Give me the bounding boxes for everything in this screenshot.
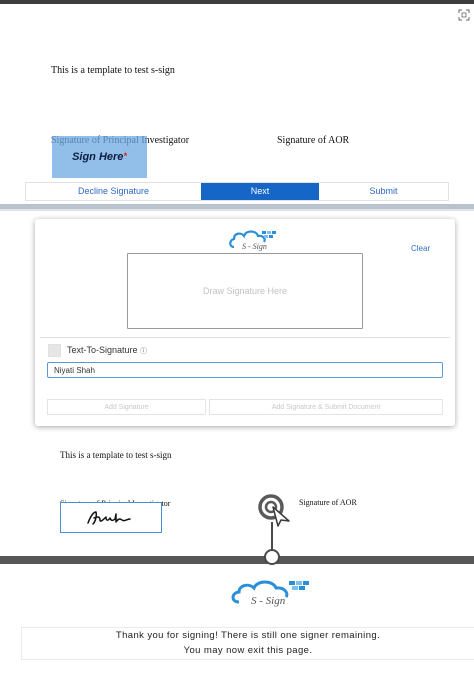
refresh-cursor-icon [258, 494, 290, 527]
handwritten-signature [87, 511, 131, 525]
document-view-panel: This is a template to test s-sign Signat… [0, 0, 474, 210]
required-mark: * [123, 151, 127, 161]
signer-name-input[interactable] [47, 362, 443, 378]
logo-text-large: S - Sign [251, 595, 286, 607]
template-text: This is a template to test s-sign [51, 65, 175, 76]
top-bar [0, 0, 474, 4]
submit-button[interactable]: Submit [319, 183, 448, 200]
logo-text: S - Sign [242, 242, 267, 251]
s-sign-logo-large: S - Sign [231, 580, 309, 607]
text-to-signature-label: Text-To-Signature ⓘ [67, 345, 148, 355]
clear-link[interactable]: Clear [411, 244, 430, 253]
connector-line [271, 522, 273, 552]
signature-canvas[interactable]: Draw Signature Here [127, 253, 363, 329]
expand-icon[interactable] [458, 9, 470, 21]
completion-message-line1: Thank you for signing! There is still on… [115, 630, 381, 641]
canvas-placeholder: Draw Signature Here [202, 286, 288, 296]
sig-aor-label-2: Signature of AOR [299, 498, 357, 507]
add-signature-submit-button[interactable]: Add Signature & Submit Document [209, 399, 443, 415]
s-sign-logo: S - Sign [229, 230, 276, 251]
info-icon[interactable]: ⓘ [140, 348, 147, 355]
add-signature-button[interactable]: Add Signature [47, 399, 206, 415]
text-to-signature-checkbox[interactable] [48, 344, 61, 357]
action-button-bar: Decline Signature Next Submit [25, 182, 449, 201]
signed-signature-box[interactable] [60, 502, 162, 533]
connector-knob [264, 549, 280, 565]
sign-here-field[interactable]: Sign Here* [52, 136, 147, 178]
next-button[interactable]: Next [201, 183, 319, 200]
decline-signature-button[interactable]: Decline Signature [26, 183, 201, 200]
completion-message-line2: You may now exit this page. [183, 645, 313, 656]
sig-aor-label: Signature of AOR [277, 135, 350, 146]
completion-message-box: Thank you for signing! There is still on… [21, 627, 474, 660]
text-to-signature-section: Text-To-Signature ⓘ Add Signature Add Si… [40, 337, 450, 420]
signature-modal: S - Sign Clear Draw Signature Here Text-… [35, 219, 455, 426]
panel-divider-light [0, 209, 474, 211]
template-text-2: This is a template to test s-sign [60, 450, 172, 460]
panel-divider-dark [0, 556, 474, 564]
sign-here-label: Sign Here* [72, 151, 127, 163]
